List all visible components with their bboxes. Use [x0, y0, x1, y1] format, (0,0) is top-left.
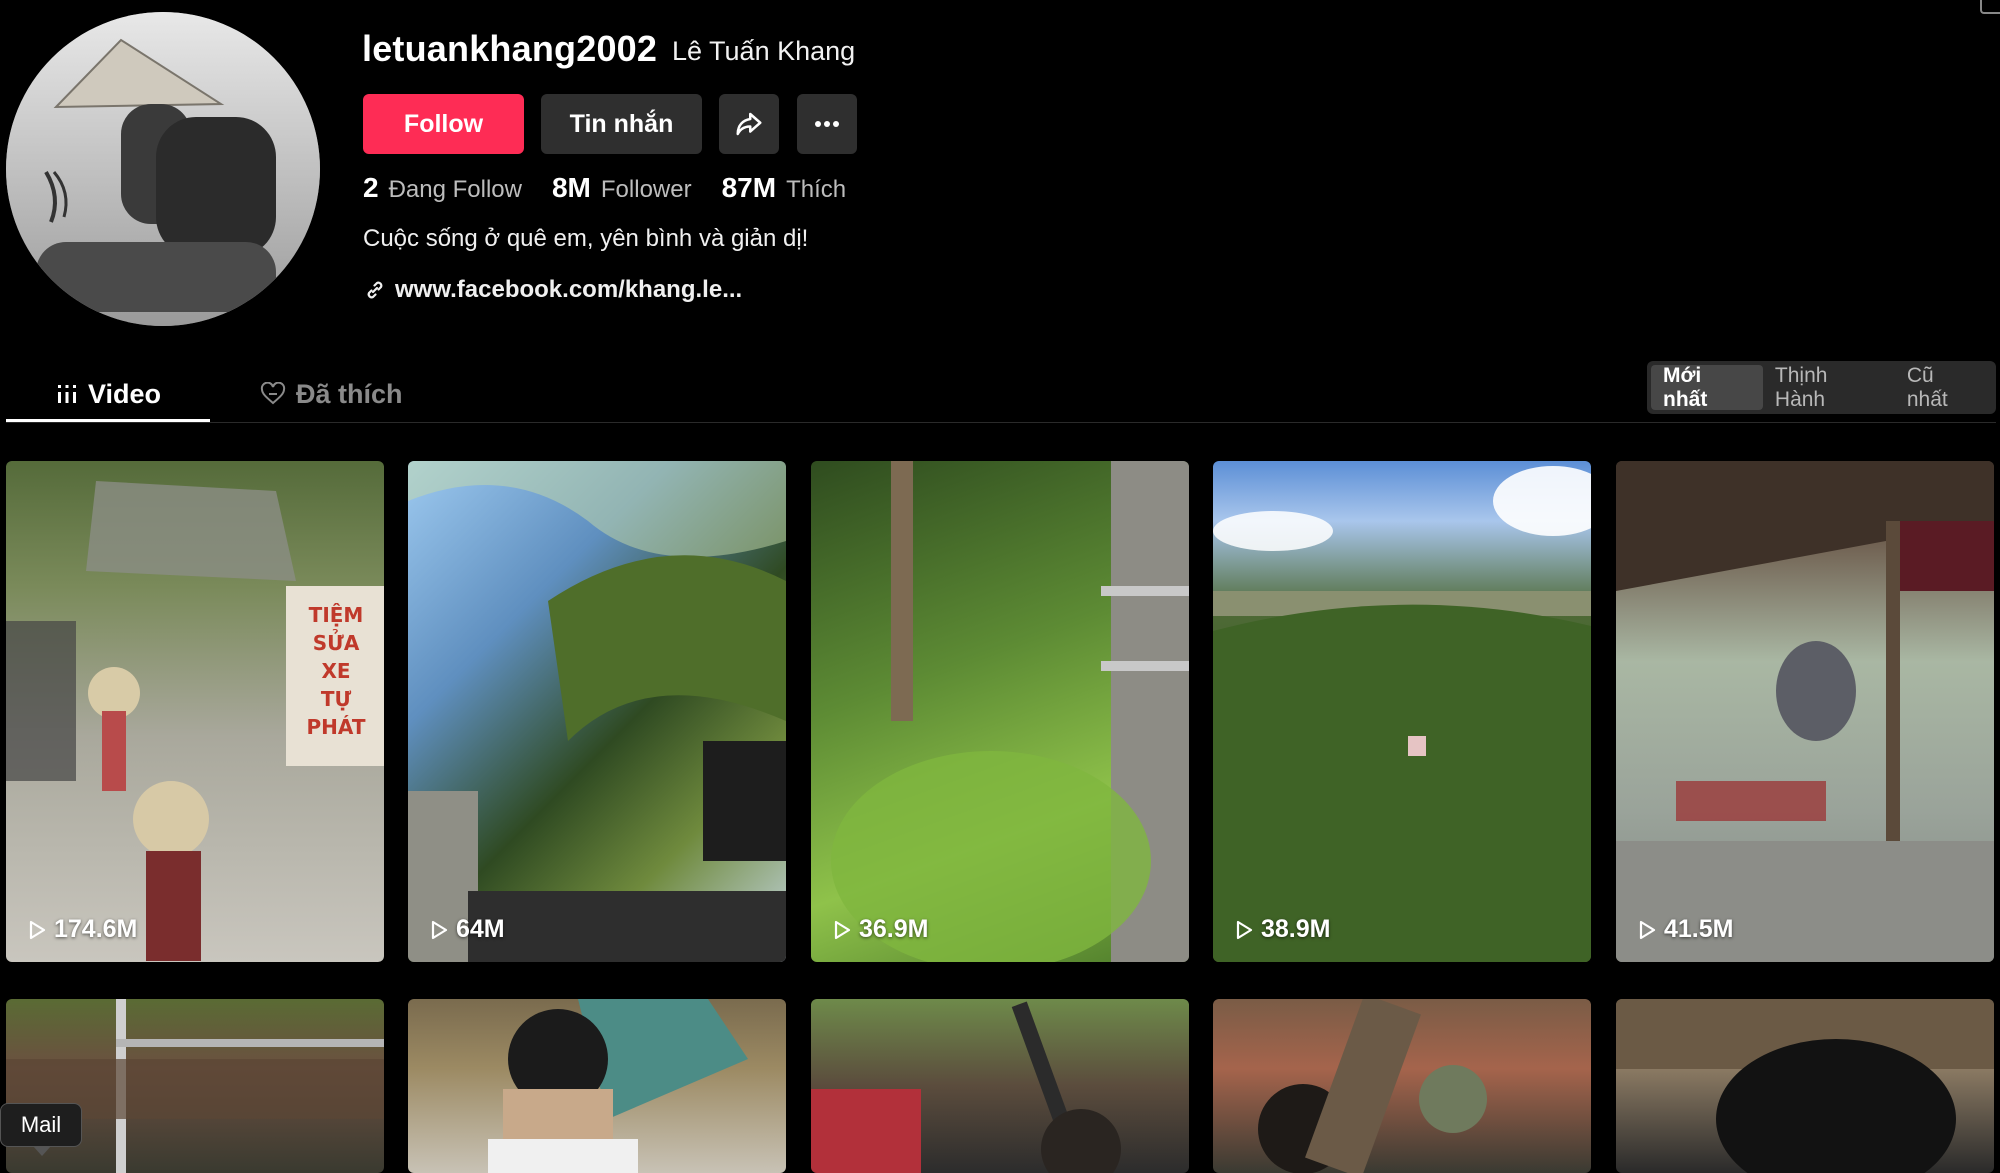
- mail-tooltip: Mail: [0, 1103, 82, 1156]
- video-thumbnail: [1213, 999, 1591, 1173]
- video-thumbnail-art: [1258, 999, 1487, 1173]
- followers-stat[interactable]: 8M Follower: [552, 172, 692, 204]
- video-thumbnail: [1616, 999, 1994, 1173]
- more-button[interactable]: [797, 94, 857, 154]
- message-button[interactable]: Tin nhắn: [541, 94, 702, 154]
- view-count-text: 36.9M: [859, 915, 929, 943]
- video-card[interactable]: 36.9M: [811, 461, 1189, 962]
- video-thumbnail: [408, 999, 786, 1173]
- video-card[interactable]: [1213, 999, 1591, 1173]
- shop-sign: TIỆM SỬA XE TỰ PHÁT: [296, 601, 376, 741]
- profile-bio: Cuộc sống ở quê em, yên bình và giản dị!: [363, 225, 809, 252]
- video-card[interactable]: 38.9M: [1213, 461, 1591, 962]
- profile-full-name: Lê Tuấn Khang: [672, 36, 856, 66]
- play-icon: [834, 920, 851, 939]
- profile-link-text: www.facebook.com/khang.le...: [395, 276, 743, 303]
- shop-sign-line: XE: [321, 659, 351, 683]
- view-count: 41.5M: [1636, 915, 1733, 944]
- video-thumbnail-art: [831, 461, 1189, 962]
- video-card[interactable]: TIỆM SỬA XE TỰ PHÁT 174.6M: [6, 461, 384, 962]
- video-thumbnail: [1616, 461, 1994, 962]
- window-corner-icon: [1980, 0, 2000, 14]
- profile-username: letuankhang2002: [362, 28, 658, 69]
- profile-link[interactable]: www.facebook.com/khang.le...: [363, 276, 742, 304]
- active-tab-underline: [6, 419, 210, 422]
- view-count-text: 64M: [456, 915, 505, 943]
- follow-button[interactable]: Follow: [363, 94, 524, 154]
- profile-stats: 2 Đang Follow 8M Follower 87M Thích: [363, 172, 846, 204]
- video-thumbnail: [811, 999, 1189, 1173]
- video-card[interactable]: 41.5M: [1616, 461, 1994, 962]
- avatar-photo: [6, 12, 320, 326]
- sort-newest[interactable]: Mới nhất: [1651, 364, 1763, 411]
- view-count: 38.9M: [1233, 915, 1330, 944]
- play-icon: [1639, 920, 1656, 939]
- video-thumbnail: [811, 461, 1189, 962]
- grid-icon: [58, 385, 76, 403]
- tab-liked[interactable]: Đã thích: [260, 368, 403, 420]
- video-thumbnail-art: [1213, 466, 1591, 962]
- link-icon: [367, 281, 383, 299]
- view-count: 36.9M: [831, 915, 928, 944]
- shop-sign-line: TIỆM: [308, 603, 364, 627]
- sort-oldest[interactable]: Cũ nhất: [1895, 364, 1992, 411]
- profile-avatar[interactable]: [6, 12, 320, 326]
- shop-sign-line: PHÁT: [306, 715, 366, 739]
- video-thumbnail: [408, 461, 786, 962]
- likes-label: Thích: [786, 176, 847, 203]
- video-card[interactable]: [408, 999, 786, 1173]
- likes-stat: 87M Thích: [722, 172, 847, 204]
- view-count: 174.6M: [26, 915, 137, 944]
- following-label: Đang Follow: [388, 176, 522, 203]
- view-count-text: 41.5M: [1664, 915, 1734, 943]
- following-count: 2: [363, 172, 379, 203]
- likes-count: 87M: [721, 172, 777, 203]
- video-card[interactable]: [1616, 999, 1994, 1173]
- video-thumbnail-art: [811, 1001, 1121, 1173]
- tab-video[interactable]: Video: [56, 368, 161, 420]
- view-count: 64M: [428, 915, 505, 944]
- followers-label: Follower: [600, 176, 692, 203]
- share-button[interactable]: [719, 94, 779, 154]
- video-thumbnail-art: [1616, 999, 1994, 1173]
- more-icon: [815, 121, 839, 127]
- video-thumbnail: [1213, 461, 1591, 962]
- following-stat[interactable]: 2 Đang Follow: [363, 172, 522, 204]
- play-icon: [29, 920, 46, 939]
- sort-popular[interactable]: Thịnh Hành: [1763, 364, 1895, 411]
- play-icon: [1236, 920, 1253, 939]
- share-icon: [736, 112, 762, 136]
- liked-heart-icon: [260, 382, 286, 405]
- video-card[interactable]: 64M: [408, 461, 786, 962]
- video-thumbnail-art: [1616, 461, 1994, 962]
- tab-video-label: Video: [88, 378, 162, 409]
- sort-selector: Mới nhất Thịnh Hành Cũ nhất: [1647, 361, 1996, 414]
- video-card[interactable]: [811, 999, 1189, 1173]
- shop-sign-line: TỰ: [320, 687, 352, 711]
- view-count-text: 38.9M: [1261, 915, 1331, 943]
- view-count-text: 174.6M: [54, 915, 138, 943]
- tab-liked-label: Đã thích: [296, 378, 403, 409]
- video-thumbnail-art: [488, 999, 748, 1173]
- followers-count: 8M: [551, 172, 591, 203]
- shop-sign-line: SỬA: [312, 631, 360, 655]
- video-thumbnail: TIỆM SỬA XE TỰ PHÁT: [6, 461, 384, 962]
- play-icon: [431, 920, 448, 939]
- video-thumbnail-art: [408, 461, 786, 962]
